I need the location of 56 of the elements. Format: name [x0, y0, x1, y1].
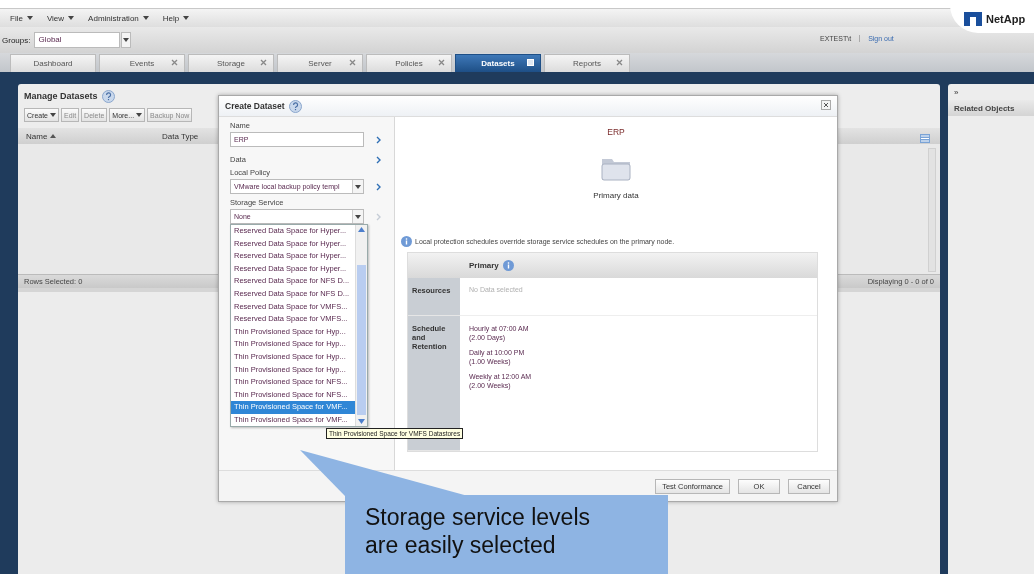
caret-icon	[50, 113, 56, 117]
node-caption: Primary data	[593, 191, 639, 200]
close-icon[interactable]	[438, 59, 445, 66]
close-icon[interactable]	[260, 59, 267, 66]
caret-icon	[142, 16, 149, 20]
menu-item[interactable]: Help	[162, 13, 190, 23]
scroll-down-icon[interactable]	[358, 419, 365, 424]
tab[interactable]: Server	[277, 54, 363, 72]
column-header[interactable]: Data Type	[154, 131, 199, 141]
tab[interactable]: Events	[99, 54, 185, 72]
caret-icon	[136, 113, 143, 117]
caret-icon	[183, 16, 190, 20]
chevron-icon[interactable]	[376, 155, 381, 164]
logo-icon	[964, 12, 982, 26]
sort-icon	[50, 134, 57, 138]
tab[interactable]: Datasets	[455, 54, 541, 72]
header-corner	[408, 253, 460, 278]
dropdown-list[interactable]	[230, 224, 368, 427]
scrollbar[interactable]	[355, 225, 367, 426]
caret-icon	[68, 16, 75, 20]
close-icon[interactable]	[821, 100, 831, 110]
tab[interactable]: Policies	[366, 54, 452, 72]
help-icon[interactable]	[101, 89, 115, 103]
tab[interactable]: Reports	[544, 54, 630, 72]
chevron-icon[interactable]	[376, 135, 381, 144]
dropdown-button[interactable]	[121, 32, 132, 48]
caret-icon	[123, 38, 130, 42]
menu-item[interactable]: File	[10, 13, 33, 23]
tab[interactable]: Storage	[188, 54, 274, 72]
tab[interactable]: Dashboard	[10, 54, 96, 72]
chevron-icon[interactable]	[376, 182, 381, 191]
logo-text: NetApp	[986, 13, 1026, 25]
info-icon	[401, 236, 412, 247]
collapse-toggle[interactable]: »	[948, 84, 1034, 100]
caret-icon	[355, 184, 361, 189]
groups-label: Groups:	[2, 35, 31, 45]
info-icon	[502, 260, 514, 271]
close-icon[interactable]	[171, 59, 178, 66]
groups-select[interactable]: Global	[34, 32, 121, 48]
caret-icon	[26, 16, 33, 20]
caret-icon	[355, 214, 361, 219]
scroll-up-icon[interactable]	[358, 227, 365, 232]
close-icon[interactable]	[349, 59, 356, 66]
close-icon[interactable]	[616, 59, 623, 66]
menu-item[interactable]: Administration	[88, 13, 149, 23]
columns-icon[interactable]	[920, 134, 930, 143]
related-objects-header: Related Objects	[948, 100, 1034, 116]
panel-title: Manage Datasets	[24, 91, 98, 101]
dialog-title: Create Dataset	[225, 101, 285, 111]
dataset-name: ERP	[607, 127, 625, 137]
column-header[interactable]: Name	[18, 131, 154, 141]
help-icon[interactable]	[288, 99, 302, 113]
menu-item[interactable]: View	[46, 13, 75, 23]
scrollbar-thumb[interactable]	[357, 265, 366, 415]
column-header: Primary	[469, 261, 499, 270]
scrollbar[interactable]	[928, 148, 936, 272]
